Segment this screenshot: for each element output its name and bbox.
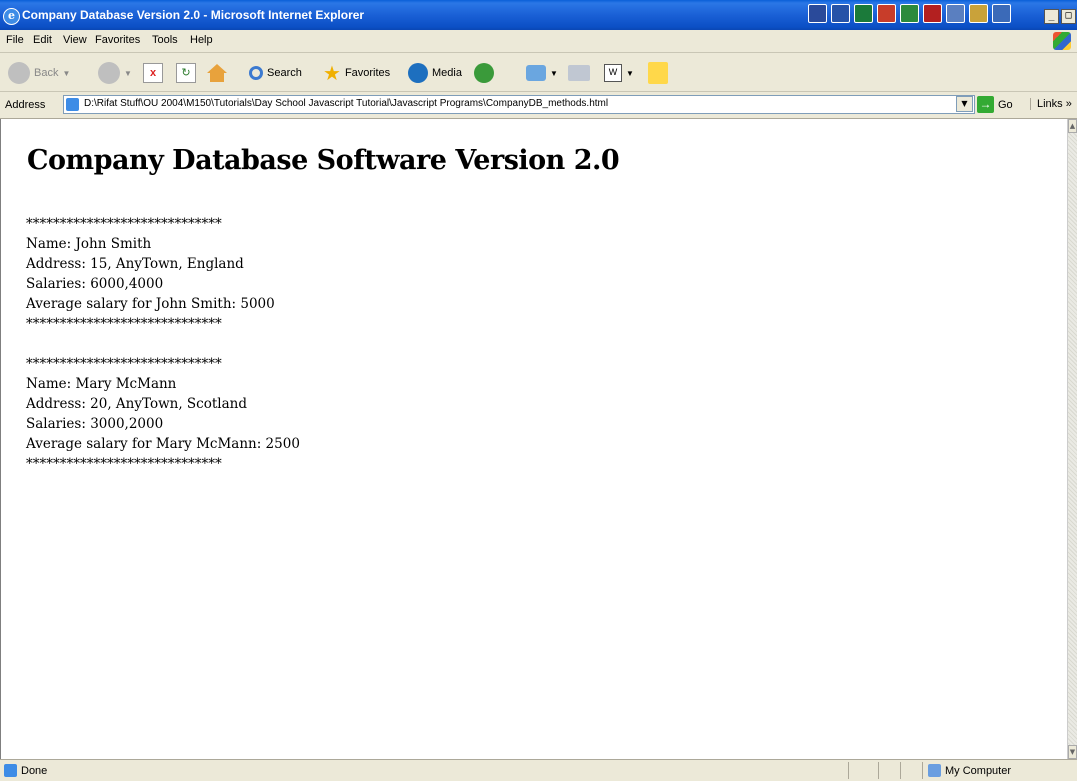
mail-icon (526, 65, 546, 81)
ie-page-icon (4, 764, 17, 777)
scroll-up-icon[interactable]: ▲ (1068, 119, 1077, 133)
forward-arrow-icon (98, 62, 120, 84)
back-dropdown-icon: ▼ (62, 68, 71, 78)
address-bar: Address D:\Rifat Stuff\OU 2004\M150\Tuto… (0, 92, 1077, 119)
app-icon-yellow[interactable] (969, 4, 988, 23)
home-button[interactable] (207, 61, 227, 85)
excel-icon[interactable] (854, 4, 873, 23)
links-button[interactable]: Links » (1030, 98, 1072, 110)
acrobat-icon[interactable] (923, 4, 942, 23)
status-panel (848, 762, 849, 779)
app-icon-red[interactable] (877, 4, 896, 23)
minimize-button[interactable]: _ (1044, 9, 1059, 24)
menu-bar: File Edit View Favorites Tools Help (0, 30, 1077, 53)
home-icon (207, 64, 227, 82)
discuss-button[interactable] (648, 61, 668, 85)
menu-view[interactable]: View (63, 34, 87, 46)
menu-help[interactable]: Help (190, 34, 213, 46)
back-button[interactable]: Back ▼ (8, 61, 70, 85)
page-content: Company Database Software Version 2.0 **… (0, 119, 1067, 759)
refresh-icon: ↻ (176, 63, 196, 83)
app-icon-green[interactable] (900, 4, 919, 23)
status-panel (900, 762, 901, 779)
window-controls: _ □ (1044, 9, 1076, 24)
status-panel (878, 762, 879, 779)
mail-dropdown-icon: ▼ (550, 68, 558, 78)
separator-line: ***************************** (26, 316, 222, 332)
forward-button[interactable]: ▼ (98, 61, 132, 85)
media-button[interactable]: Media (408, 61, 462, 85)
app-icon-blue[interactable] (992, 4, 1011, 23)
media-icon (408, 63, 428, 83)
print-button[interactable] (568, 61, 590, 85)
go-button[interactable]: → Go (977, 96, 1013, 113)
employee-address: Address: 20, AnyTown, Scotland (26, 396, 247, 412)
separator-line: ***************************** (26, 456, 222, 472)
app-icon-1[interactable] (808, 4, 827, 23)
window-title: Company Database Version 2.0 - Microsoft… (22, 8, 365, 22)
separator-line: ***************************** (26, 356, 222, 372)
menu-edit[interactable]: Edit (33, 34, 52, 46)
search-icon (249, 66, 263, 80)
app-icon-multi[interactable] (946, 4, 965, 23)
word-edit-icon: W (604, 64, 622, 82)
status-panel (922, 762, 923, 779)
stop-button[interactable]: x (143, 61, 163, 85)
menu-tools[interactable]: Tools (152, 34, 178, 46)
standard-toolbar: Back ▼ ▼ x ↻ Search ★ Favorites Media ▼ … (0, 53, 1077, 92)
employee-salaries: Salaries: 3000,2000 (26, 416, 164, 432)
employee-salaries: Salaries: 6000,4000 (26, 276, 164, 292)
address-field[interactable]: D:\Rifat Stuff\OU 2004\M150\Tutorials\Da… (63, 95, 975, 114)
print-icon (568, 65, 590, 81)
favorites-button[interactable]: ★ Favorites (323, 61, 390, 85)
search-button[interactable]: Search (249, 61, 302, 85)
vertical-scrollbar[interactable]: ▲ ▼ (1067, 119, 1077, 759)
edit-word-button[interactable]: W ▼ (604, 61, 634, 85)
refresh-button[interactable]: ↻ (176, 61, 196, 85)
ie-icon: e (3, 8, 20, 25)
star-icon: ★ (323, 62, 341, 85)
history-button[interactable] (474, 61, 494, 85)
status-bar: Done My Computer (0, 759, 1077, 781)
mail-button[interactable]: ▼ (526, 61, 558, 85)
page-heading: Company Database Software Version 2.0 (27, 145, 620, 176)
windows-logo-icon (1053, 32, 1071, 50)
back-arrow-icon (8, 62, 30, 84)
computer-icon (928, 764, 941, 777)
address-url[interactable]: D:\Rifat Stuff\OU 2004\M150\Tutorials\Da… (84, 98, 608, 109)
security-zone: My Computer (928, 764, 1011, 777)
status-done: Done (4, 764, 47, 777)
page-icon (66, 98, 79, 111)
title-bar: e Company Database Version 2.0 - Microso… (0, 0, 1077, 30)
menu-favorites[interactable]: Favorites (95, 34, 140, 46)
employee-address: Address: 15, AnyTown, England (26, 256, 244, 272)
go-arrow-icon: → (977, 96, 994, 113)
employee-name: Name: John Smith (26, 236, 152, 252)
scroll-down-icon[interactable]: ▼ (1068, 745, 1077, 759)
address-dropdown-icon[interactable]: ▼ (956, 96, 973, 112)
separator-line: ***************************** (26, 216, 222, 232)
word-icon[interactable] (831, 4, 850, 23)
employee-average: Average salary for Mary McMann: 2500 (26, 436, 300, 452)
menu-file[interactable]: File (6, 34, 24, 46)
edit-dropdown-icon: ▼ (626, 68, 634, 78)
employee-name: Name: Mary McMann (26, 376, 177, 392)
address-label: Address (5, 99, 46, 111)
stop-icon: x (143, 63, 163, 83)
employee-list: ***************************** Name: John… (26, 214, 300, 474)
taskbar-icons (808, 4, 1011, 26)
maximize-button[interactable]: □ (1061, 9, 1076, 24)
history-icon (474, 63, 494, 83)
employee-average: Average salary for John Smith: 5000 (26, 296, 275, 312)
note-icon (648, 62, 668, 84)
forward-dropdown-icon: ▼ (124, 68, 132, 78)
